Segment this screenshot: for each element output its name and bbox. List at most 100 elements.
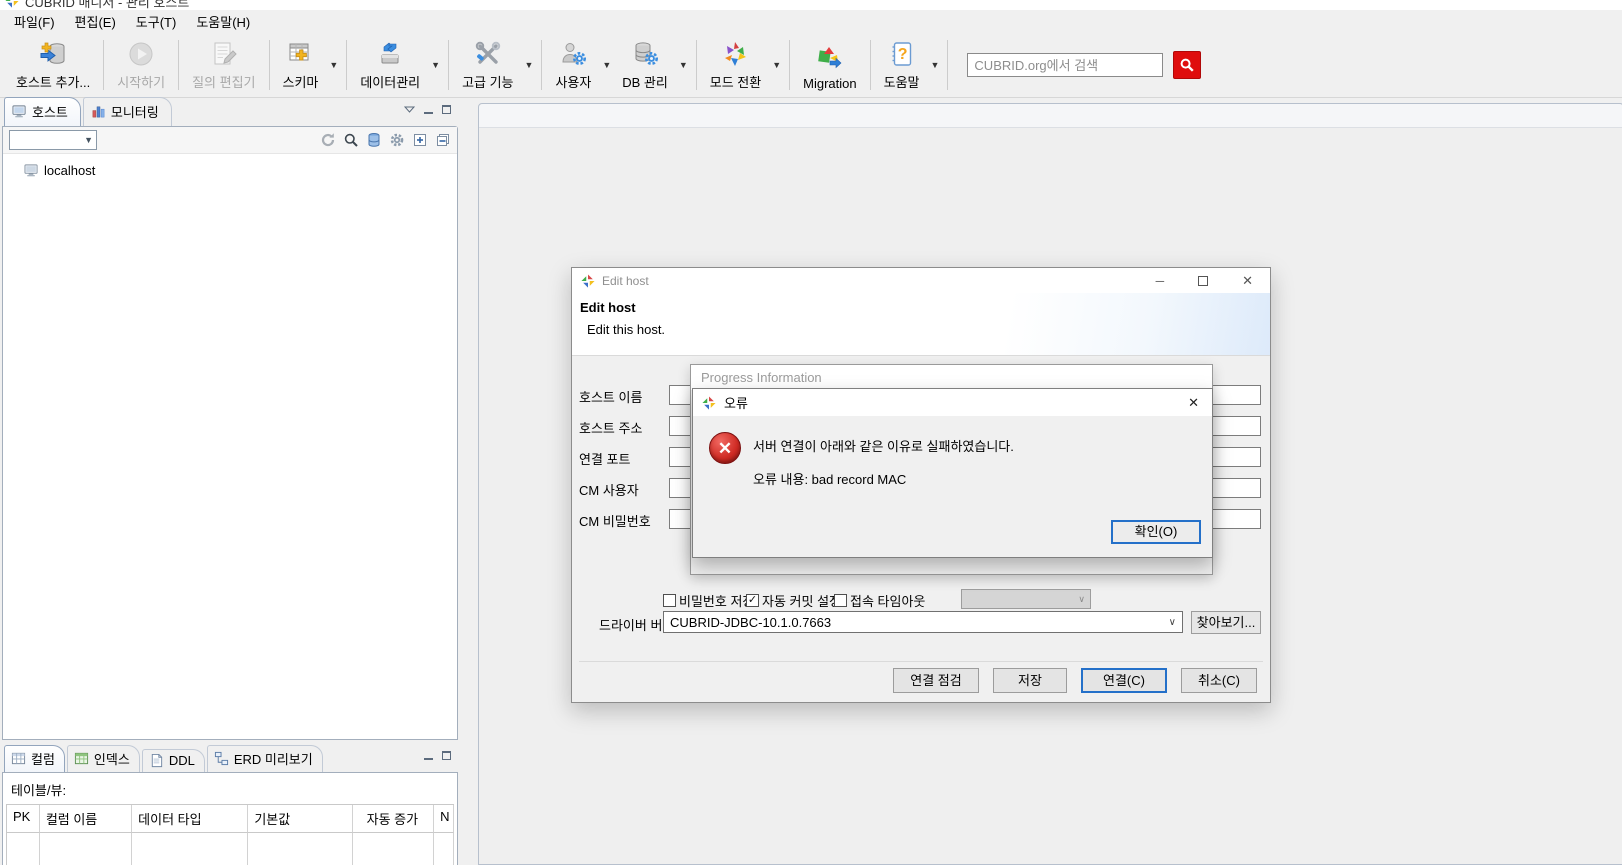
connection-test-button[interactable]: 연결 점검 bbox=[893, 668, 979, 693]
maximize-icon[interactable] bbox=[442, 751, 451, 760]
tree-item-localhost[interactable]: localhost bbox=[3, 161, 457, 179]
close-icon[interactable]: ✕ bbox=[1184, 395, 1203, 411]
dialog-buttons: 연결 점검 저장 연결(C) 취소(C) bbox=[893, 668, 1257, 693]
ok-button[interactable]: 확인(O) bbox=[1111, 520, 1201, 544]
field-label: CM 비밀번호 bbox=[579, 514, 651, 529]
toolbar-button-db-admin[interactable]: DB 관리 bbox=[614, 35, 676, 95]
error-message: 서버 연결이 아래와 같은 이유로 실패하였습니다. bbox=[753, 439, 1014, 454]
column-header-pk[interactable]: PK bbox=[7, 805, 40, 833]
add-host-icon bbox=[40, 39, 67, 69]
tab-columns[interactable]: 컬럼 bbox=[4, 745, 65, 772]
toolbar-label: 데이터관리 bbox=[360, 75, 421, 90]
search-tree-icon[interactable] bbox=[343, 132, 359, 148]
toolbar-button-start[interactable]: 시작하기 bbox=[109, 35, 173, 95]
error-dialog-title: 오류 bbox=[724, 396, 748, 411]
tab-ddl[interactable]: DDL bbox=[141, 749, 205, 772]
dropdown-arrow-icon[interactable]: ▼ bbox=[522, 60, 537, 70]
auto-commit-checkbox[interactable]: ✓ 자동 커밋 설정 bbox=[746, 591, 841, 610]
toolbar-button-advanced-features[interactable]: 고급 기능 bbox=[454, 35, 521, 95]
dropdown-arrow-icon[interactable]: ▼ bbox=[428, 60, 443, 70]
toolbar-button-schema[interactable]: 스키마 bbox=[275, 35, 327, 95]
column-header-notnull[interactable]: N bbox=[434, 805, 455, 833]
hosts-panel-tabbar: 호스트 모니터링 bbox=[2, 97, 458, 126]
menu-file[interactable]: 파일(F) bbox=[4, 9, 65, 34]
advanced-features-icon bbox=[474, 39, 502, 69]
driver-version-combo[interactable]: CUBRID-JDBC-10.1.0.7663 ∨ bbox=[663, 611, 1183, 633]
tab-monitoring[interactable]: 모니터링 bbox=[82, 97, 172, 126]
toolbar-button-mode-switch[interactable]: 모드 전환 bbox=[702, 35, 769, 95]
toolbar-button-add-host[interactable]: 호스트 추가... bbox=[8, 35, 98, 95]
toolbar-button-migration[interactable]: Migration bbox=[795, 35, 864, 95]
toolbar-separator bbox=[346, 40, 348, 90]
buttonbar-separator bbox=[579, 661, 1263, 662]
toolbar-button-users[interactable]: 사용자 bbox=[547, 35, 599, 95]
column-header-autoincrement[interactable]: 자동 증가 bbox=[352, 805, 435, 833]
view-menu-icon[interactable] bbox=[404, 106, 415, 113]
menu-help[interactable]: 도움말(H) bbox=[186, 9, 260, 34]
tab-hosts[interactable]: 호스트 bbox=[4, 97, 81, 126]
maximize-icon[interactable] bbox=[1198, 275, 1209, 286]
connection-timeout-checkbox[interactable]: 접속 타임아웃 bbox=[834, 591, 925, 610]
schema-icon bbox=[287, 39, 314, 69]
column-header-name[interactable]: 컬럼 이름 bbox=[39, 805, 133, 833]
minimize-icon[interactable] bbox=[424, 752, 433, 760]
toolbar-label: 도움말 bbox=[883, 75, 920, 90]
column-header-default[interactable]: 기본값 bbox=[248, 805, 353, 833]
user-management-icon bbox=[560, 39, 587, 69]
dropdown-arrow-icon[interactable]: ▼ bbox=[599, 60, 614, 70]
search-input[interactable] bbox=[967, 53, 1164, 77]
toolbar-button-query-editor[interactable]: 질의 편집기 bbox=[184, 35, 263, 95]
save-button[interactable]: 저장 bbox=[993, 668, 1067, 693]
hosts-panel-toolbar: ▼ bbox=[3, 127, 457, 154]
save-password-checkbox[interactable]: 비밀번호 저장 bbox=[663, 591, 754, 610]
tab-erd-preview[interactable]: ERD 미리보기 bbox=[206, 745, 323, 772]
svg-text:?: ? bbox=[897, 46, 907, 63]
edit-host-header: Edit host Edit this host. bbox=[572, 293, 1270, 355]
toolbar-label: 스키마 bbox=[282, 75, 319, 90]
dropdown-arrow-icon[interactable]: ▼ bbox=[326, 60, 341, 70]
menu-edit[interactable]: 편집(E) bbox=[65, 9, 126, 34]
toolbar-label: Migration bbox=[803, 76, 857, 91]
toolbar-label: 시작하기 bbox=[117, 75, 166, 90]
maximize-icon[interactable] bbox=[442, 105, 451, 114]
connect-button[interactable]: 연결(C) bbox=[1081, 668, 1167, 693]
menubar: 파일(F) 편집(E) 도구(T) 도움말(H) bbox=[0, 10, 1622, 33]
tab-label: DDL bbox=[168, 753, 195, 768]
toolbar-button-help[interactable]: ? 도움말 bbox=[876, 35, 928, 95]
edit-host-titlebar[interactable]: Edit host ─ ✕ bbox=[572, 268, 1270, 293]
checkbox-icon[interactable] bbox=[834, 594, 847, 607]
dropdown-arrow-icon[interactable]: ▼ bbox=[676, 60, 691, 70]
table-view-label: 테이블/뷰: bbox=[11, 783, 67, 798]
database-filter-icon[interactable] bbox=[366, 132, 382, 148]
error-dialog-titlebar[interactable]: 오류 ✕ bbox=[693, 389, 1212, 416]
minimize-icon[interactable]: ─ bbox=[1156, 274, 1165, 288]
checkbox-icon[interactable] bbox=[663, 594, 676, 607]
tab-indexes[interactable]: 인덱스 bbox=[66, 745, 140, 772]
host-tab-icon bbox=[12, 104, 27, 119]
column-header-datatype[interactable]: 데이터 타입 bbox=[132, 805, 249, 833]
columns-panel-body: 테이블/뷰: PK 컬럼 이름 데이터 타입 기본값 자동 증가 N bbox=[2, 772, 458, 865]
menu-tools[interactable]: 도구(T) bbox=[126, 9, 187, 34]
toolbar-button-data-management[interactable]: 데이터관리 bbox=[352, 35, 428, 95]
index-tab-icon bbox=[74, 751, 89, 766]
checkbox-icon[interactable]: ✓ bbox=[746, 594, 759, 607]
tab-label: 호스트 bbox=[32, 105, 68, 120]
toolbar-label: 사용자 bbox=[555, 75, 592, 90]
refresh-icon[interactable] bbox=[320, 132, 336, 148]
dropdown-arrow-icon[interactable]: ▼ bbox=[928, 60, 943, 70]
cancel-button[interactable]: 취소(C) bbox=[1181, 668, 1257, 693]
browse-button[interactable]: 찾아보기... bbox=[1191, 611, 1261, 634]
search-button[interactable] bbox=[1173, 51, 1202, 79]
minimize-icon[interactable] bbox=[424, 106, 433, 114]
db-admin-icon bbox=[632, 39, 659, 69]
checkbox-label: 비밀번호 저장 bbox=[679, 594, 755, 609]
settings-icon[interactable] bbox=[389, 132, 405, 148]
expand-all-icon[interactable] bbox=[412, 132, 428, 148]
hosts-tree: localhost bbox=[3, 154, 457, 179]
toolbar-separator bbox=[947, 40, 949, 90]
tree-filter-combo[interactable]: ▼ bbox=[9, 130, 97, 150]
collapse-all-icon[interactable] bbox=[435, 132, 451, 148]
close-icon[interactable]: ✕ bbox=[1242, 273, 1253, 289]
dialog-header-title: Edit host bbox=[580, 300, 636, 315]
dropdown-arrow-icon[interactable]: ▼ bbox=[769, 60, 784, 70]
